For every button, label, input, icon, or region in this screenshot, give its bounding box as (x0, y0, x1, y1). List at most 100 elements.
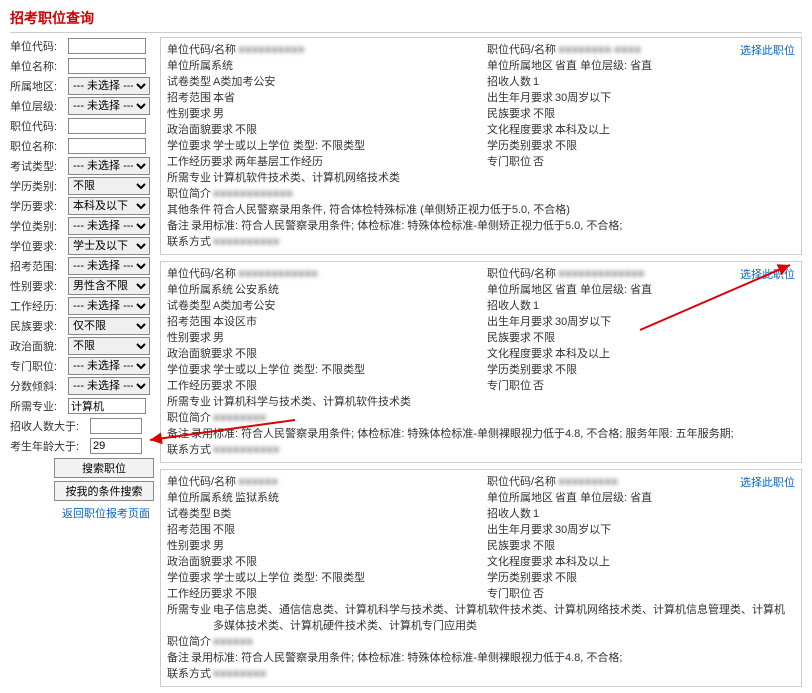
field-label: 专门职位 (487, 378, 531, 394)
contact-value: ■■■■■■■■ (213, 666, 266, 682)
select-degree-req[interactable]: 学士及以下 (68, 237, 150, 255)
field-label: 单位代码/名称 (167, 266, 236, 282)
field-label: 专门职位 (487, 586, 531, 602)
label-politics: 政治面貌: (10, 338, 68, 354)
field-value: 男 (213, 106, 224, 122)
field-value: 学士或以上学位 类型: 不限类型 (213, 570, 365, 586)
field-value: A类加考公安 (213, 298, 275, 314)
field-label: 出生年月要求 (487, 90, 553, 106)
field-label: 文化程度要求 (487, 122, 553, 138)
field-value: 省直 单位层级: 省直 (555, 490, 652, 506)
select-recruit-scope[interactable]: --- 未选择 --- (68, 257, 150, 275)
select-gender-req[interactable]: 男性含不限 (68, 277, 150, 295)
field-label: 所需专业 (167, 602, 211, 634)
unit-code-name: ■■■■■■■■■■■■ (238, 266, 318, 282)
label-work-exp: 工作经历: (10, 298, 68, 314)
search-button[interactable]: 搜索职位 (54, 458, 154, 478)
field-label: 工作经历要求 (167, 586, 233, 602)
field-value: 不限 (555, 138, 577, 154)
field-label: 政治面貌要求 (167, 122, 233, 138)
label-pos-name: 职位名称: (10, 138, 68, 154)
field-value: 省直 单位层级: 省直 (555, 58, 652, 74)
field-label: 学历类别要求 (487, 570, 553, 586)
contact-value: ■■■■■■■■■■ (213, 234, 279, 250)
select-exam-type[interactable]: --- 未选择 --- (68, 157, 150, 175)
select-region[interactable]: --- 未选择 --- (68, 77, 150, 95)
field-value: 1 (533, 74, 539, 90)
field-label: 专门职位 (487, 154, 531, 170)
select-job-link[interactable]: 选择此职位 (740, 42, 795, 58)
field-label: 职位代码/名称 (487, 474, 556, 490)
field-label: 出生年月要求 (487, 314, 553, 330)
field-label: 性别要求 (167, 330, 211, 346)
field-value: 不限 (213, 522, 235, 538)
select-politics[interactable]: 不限 (68, 337, 150, 355)
field-value: 学士或以上学位 类型: 不限类型 (213, 138, 365, 154)
back-link[interactable]: 返回职位报考页面 (10, 505, 150, 521)
search-by-mine-button[interactable]: 按我的条件搜索 (54, 481, 154, 501)
input-pos-name[interactable] (68, 138, 146, 154)
field-label: 职位简介 (167, 186, 211, 202)
field-label: 所需专业 (167, 394, 211, 410)
select-job-link[interactable]: 选择此职位 (740, 266, 795, 282)
label-recruit-gt: 招收人数大于: (10, 418, 90, 434)
label-recruit-scope: 招考范围: (10, 258, 68, 274)
field-value: 否 (533, 154, 544, 170)
field-label: 工作经历要求 (167, 154, 233, 170)
input-age-gt[interactable] (90, 438, 142, 454)
select-degree-type[interactable]: --- 未选择 --- (68, 217, 150, 235)
page-title: 招考职位查询 (10, 6, 802, 33)
field-value: 不限 (235, 554, 257, 570)
select-ethnic-req[interactable]: 仅不限 (68, 317, 150, 335)
field-label: 联系方式 (167, 666, 211, 682)
field-label: 文化程度要求 (487, 346, 553, 362)
major-value: 计算机软件技术类、计算机网络技术类 (213, 170, 400, 186)
input-unit-code[interactable] (68, 38, 146, 54)
field-value: 不限 (533, 106, 555, 122)
field-label: 单位所属系统 (167, 282, 233, 298)
field-label: 学位要求 (167, 570, 211, 586)
major-value: 电子信息类、通信信息类、计算机科学与技术类、计算机软件技术类、计算机网络技术类、… (213, 602, 795, 634)
field-value: 本科及以上 (555, 554, 610, 570)
job-card: 选择此职位 单位代码/名称■■■■■■■■■■■■ 职位代码/名称■■■■■■■… (160, 261, 802, 463)
remark-value: 录用标准: 符合人民警察录用条件; 体检标准: 特殊体检标准-单侧裸眼视力低于4… (191, 650, 622, 666)
pos-code-name: ■■■■■■■■■ (558, 474, 618, 490)
field-value: 不限 (235, 122, 257, 138)
select-unit-level[interactable]: --- 未选择 --- (68, 97, 150, 115)
remark-value: 录用标准: 符合人民警察录用条件; 体检标准: 特殊体检标准-单侧裸眼视力低于4… (191, 426, 734, 442)
field-value: 学士或以上学位 类型: 不限类型 (213, 362, 365, 378)
field-label: 招考范围 (167, 522, 211, 538)
field-value: 不限 (235, 346, 257, 362)
field-label: 招收人数 (487, 298, 531, 314)
label-edu-req: 学历要求: (10, 198, 68, 214)
input-pos-code[interactable] (68, 118, 146, 134)
job-card: 选择此职位 单位代码/名称■■■■■■ 职位代码/名称■■■■■■■■■ 单位所… (160, 469, 802, 687)
select-edu-type[interactable]: 不限 (68, 177, 150, 195)
label-edu-type: 学历类别: (10, 178, 68, 194)
select-special-pos[interactable]: --- 未选择 --- (68, 357, 150, 375)
field-value: 不限 (235, 586, 257, 602)
label-exam-type: 考试类型: (10, 158, 68, 174)
input-major[interactable] (68, 398, 146, 414)
select-job-link[interactable]: 选择此职位 (740, 474, 795, 490)
input-recruit-gt[interactable] (90, 418, 142, 434)
field-value: 不限 (533, 538, 555, 554)
brief-value: ■■■■■■■■■■■■ (213, 186, 293, 202)
field-label: 学历类别要求 (487, 138, 553, 154)
field-label: 民族要求 (487, 106, 531, 122)
field-value: 本科及以上 (555, 346, 610, 362)
label-unit-code: 单位代码: (10, 38, 68, 54)
input-unit-name[interactable] (68, 58, 146, 74)
label-region: 所属地区: (10, 78, 68, 94)
unit-code-name: ■■■■■■ (238, 474, 278, 490)
field-value: 两年基层工作经历 (235, 154, 323, 170)
brief-value: ■■■■■■■■ (213, 410, 266, 426)
select-edu-req[interactable]: 本科及以下 (68, 197, 150, 215)
select-work-exp[interactable]: --- 未选择 --- (68, 297, 150, 315)
field-label: 单位所属地区 (487, 58, 553, 74)
label-unit-level: 单位层级: (10, 98, 68, 114)
field-value: 省直 单位层级: 省直 (555, 282, 652, 298)
field-value: 监狱系统 (235, 490, 279, 506)
field-label: 备注 (167, 426, 189, 442)
select-score-incline[interactable]: --- 未选择 --- (68, 377, 150, 395)
